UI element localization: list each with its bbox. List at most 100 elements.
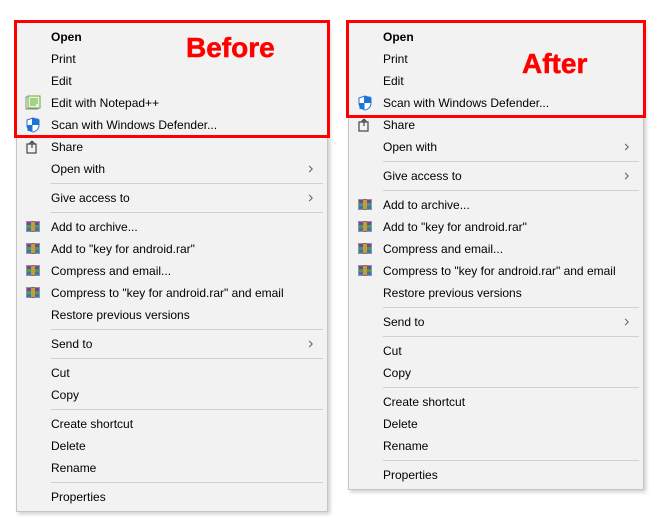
menu-item-open[interactable]: Open: [351, 26, 641, 48]
menu-item-send-to[interactable]: Send to: [351, 311, 641, 333]
chevron-right-icon: [619, 171, 635, 181]
menu-item-scan-with-windows-defender[interactable]: Scan with Windows Defender...: [19, 114, 325, 136]
menu-item-label: Print: [47, 52, 303, 66]
menu-item-properties[interactable]: Properties: [19, 486, 325, 508]
icon-placeholder: [19, 70, 47, 92]
menu-separator: [383, 190, 639, 191]
menu-item-label: Compress to "key for android.rar" and em…: [379, 264, 619, 278]
menu-item-label: Rename: [379, 439, 619, 453]
menu-separator: [383, 460, 639, 461]
menu-item-create-shortcut[interactable]: Create shortcut: [19, 413, 325, 435]
menu-item-give-access-to[interactable]: Give access to: [19, 187, 325, 209]
menu-item-add-to-key-for-android-rar[interactable]: Add to "key for android.rar": [351, 216, 641, 238]
share-icon: [351, 114, 379, 136]
menu-separator: [383, 161, 639, 162]
icon-placeholder: [351, 362, 379, 384]
menu-item-compress-to-key-for-android-rar-and-email[interactable]: Compress to "key for android.rar" and em…: [19, 282, 325, 304]
menu-item-label: Copy: [47, 388, 303, 402]
icon-placeholder: [351, 165, 379, 187]
menu-item-edit[interactable]: Edit: [351, 70, 641, 92]
menu-item-add-to-archive[interactable]: Add to archive...: [351, 194, 641, 216]
chevron-right-icon: [303, 193, 319, 203]
menu-item-scan-with-windows-defender[interactable]: Scan with Windows Defender...: [351, 92, 641, 114]
menu-item-compress-and-email[interactable]: Compress and email...: [19, 260, 325, 282]
menu-separator: [383, 307, 639, 308]
menu-item-delete[interactable]: Delete: [19, 435, 325, 457]
menu-item-label: Add to archive...: [47, 220, 303, 234]
menu-item-share[interactable]: Share: [19, 136, 325, 158]
icon-placeholder: [351, 311, 379, 333]
menu-item-label: Edit: [47, 74, 303, 88]
menu-item-send-to[interactable]: Send to: [19, 333, 325, 355]
menu-item-label: Add to "key for android.rar": [47, 242, 303, 256]
winrar-icon: [19, 260, 47, 282]
menu-item-label: Send to: [379, 315, 619, 329]
menu-item-label: Send to: [47, 337, 303, 351]
menu-item-add-to-key-for-android-rar[interactable]: Add to "key for android.rar": [19, 238, 325, 260]
menu-item-open-with[interactable]: Open with: [19, 158, 325, 180]
menu-item-label: Compress to "key for android.rar" and em…: [47, 286, 303, 300]
menu-item-cut[interactable]: Cut: [19, 362, 325, 384]
winrar-icon: [351, 216, 379, 238]
menu-item-compress-and-email[interactable]: Compress and email...: [351, 238, 641, 260]
menu-item-restore-previous-versions[interactable]: Restore previous versions: [351, 282, 641, 304]
menu-item-print[interactable]: Print: [351, 48, 641, 70]
icon-placeholder: [351, 282, 379, 304]
icon-placeholder: [19, 362, 47, 384]
comparison-stage: OpenPrintEditEdit with Notepad++Scan wit…: [0, 0, 656, 517]
menu-item-label: Open with: [379, 140, 619, 154]
icon-placeholder: [351, 48, 379, 70]
context-menu-before: Open Print Edit Edit with Notepad++ Scan wit…: [16, 22, 328, 512]
menu-item-copy[interactable]: Copy: [351, 362, 641, 384]
menu-item-label: Restore previous versions: [47, 308, 303, 322]
menu-item-label: Compress and email...: [379, 242, 619, 256]
menu-item-label: Compress and email...: [47, 264, 303, 278]
menu-item-label: Properties: [379, 468, 619, 482]
menu-item-properties[interactable]: Properties: [351, 464, 641, 486]
menu-item-open[interactable]: Open: [19, 26, 325, 48]
menu-separator: [383, 336, 639, 337]
menu-item-share[interactable]: Share: [351, 114, 641, 136]
menu-item-label: Add to "key for android.rar": [379, 220, 619, 234]
menu-item-edit-with-notepad[interactable]: Edit with Notepad++: [19, 92, 325, 114]
icon-placeholder: [19, 333, 47, 355]
icon-placeholder: [19, 413, 47, 435]
icon-placeholder: [19, 384, 47, 406]
icon-placeholder: [19, 486, 47, 508]
menu-item-restore-previous-versions[interactable]: Restore previous versions: [19, 304, 325, 326]
icon-placeholder: [351, 435, 379, 457]
menu-separator: [51, 358, 323, 359]
icon-placeholder: [19, 187, 47, 209]
winrar-icon: [19, 216, 47, 238]
menu-separator: [51, 212, 323, 213]
menu-item-label: Scan with Windows Defender...: [47, 118, 303, 132]
menu-item-compress-to-key-for-android-rar-and-email[interactable]: Compress to "key for android.rar" and em…: [351, 260, 641, 282]
menu-item-give-access-to[interactable]: Give access to: [351, 165, 641, 187]
menu-separator: [51, 183, 323, 184]
menu-item-open-with[interactable]: Open with: [351, 136, 641, 158]
menu-item-rename[interactable]: Rename: [351, 435, 641, 457]
icon-placeholder: [19, 457, 47, 479]
menu-item-label: Copy: [379, 366, 619, 380]
menu-item-label: Open: [379, 30, 619, 44]
menu-item-print[interactable]: Print: [19, 48, 325, 70]
menu-item-label: Delete: [47, 439, 303, 453]
menu-item-create-shortcut[interactable]: Create shortcut: [351, 391, 641, 413]
winrar-icon: [351, 260, 379, 282]
menu-item-label: Open: [47, 30, 303, 44]
menu-item-rename[interactable]: Rename: [19, 457, 325, 479]
menu-item-copy[interactable]: Copy: [19, 384, 325, 406]
menu-item-add-to-archive[interactable]: Add to archive...: [19, 216, 325, 238]
menu-item-cut[interactable]: Cut: [351, 340, 641, 362]
menu-item-label: Give access to: [379, 169, 619, 183]
menu-item-edit[interactable]: Edit: [19, 70, 325, 92]
menu-item-label: Edit with Notepad++: [47, 96, 303, 110]
defender-icon: [19, 114, 47, 136]
menu-item-label: Restore previous versions: [379, 286, 619, 300]
menu-item-label: Add to archive...: [379, 198, 619, 212]
menu-item-label: Cut: [379, 344, 619, 358]
share-icon: [19, 136, 47, 158]
winrar-icon: [351, 238, 379, 260]
menu-item-label: Open with: [47, 162, 303, 176]
menu-item-delete[interactable]: Delete: [351, 413, 641, 435]
